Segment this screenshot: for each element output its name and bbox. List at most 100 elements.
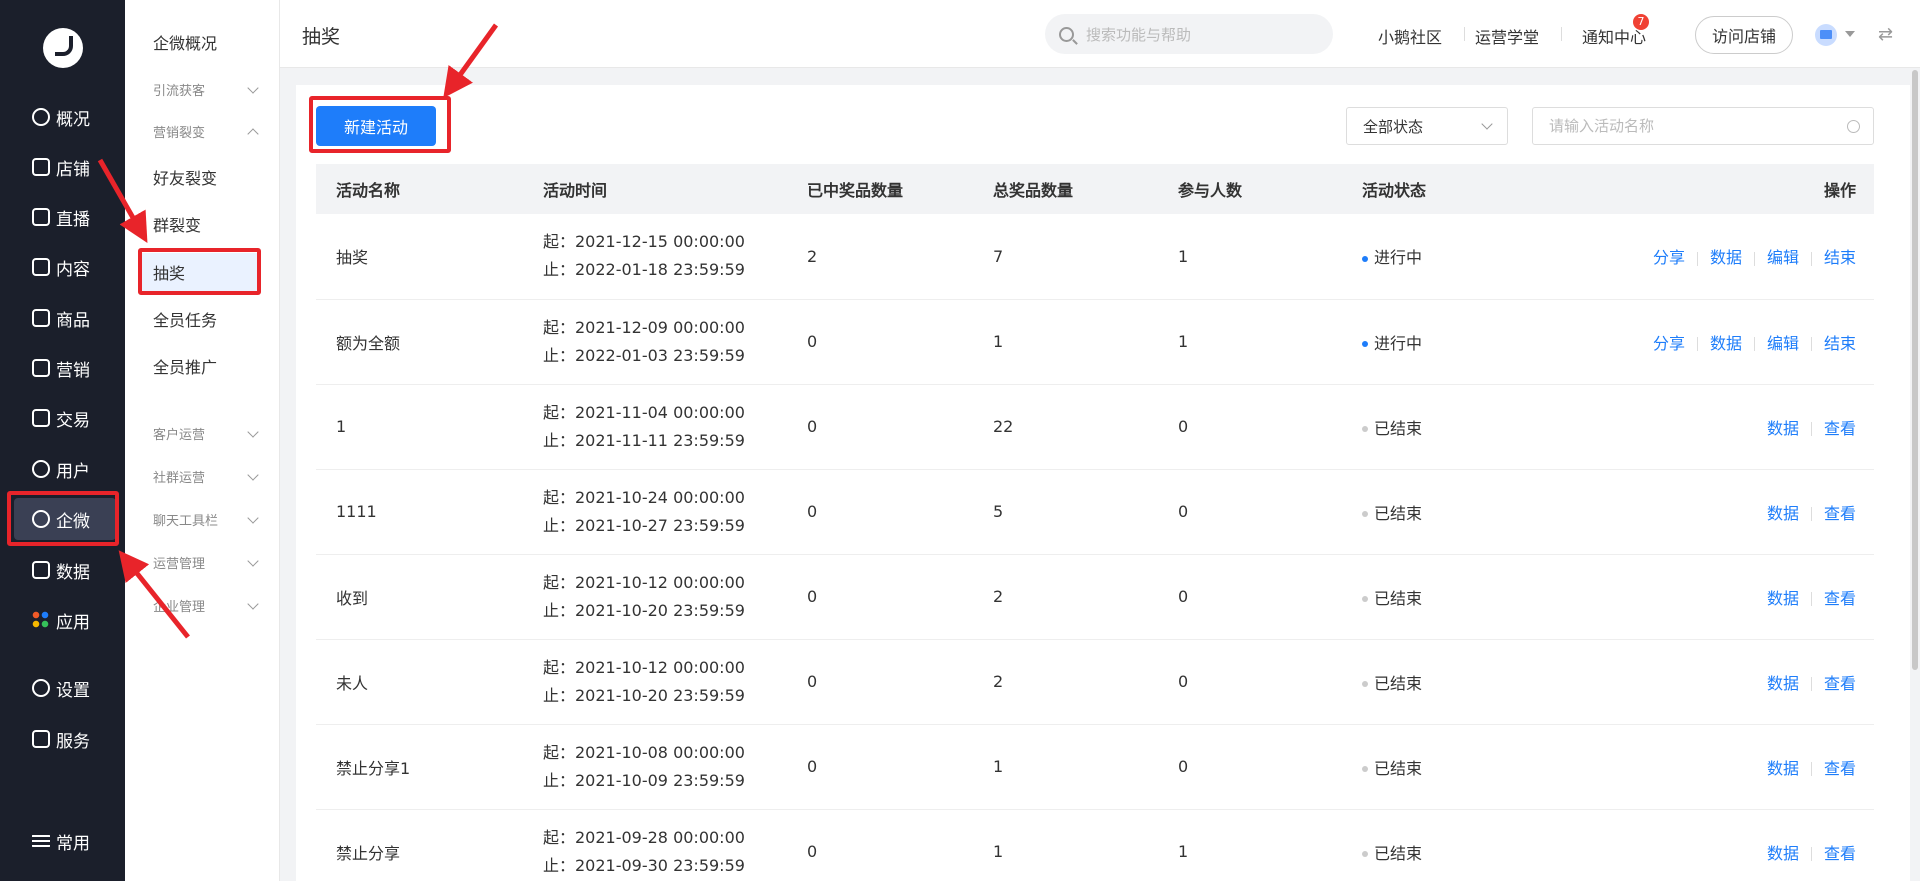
- sidebar-item-settings[interactable]: 设置: [14, 667, 116, 709]
- subnav-group-traffic[interactable]: 引流获客: [153, 80, 259, 99]
- end-time: 止：2022-01-18 23:59:59: [543, 260, 745, 280]
- row-action-link[interactable]: 数据: [1710, 248, 1742, 267]
- status-filter-select[interactable]: 全部状态: [1346, 107, 1508, 145]
- subnav-group-enterprise[interactable]: 企业管理: [153, 596, 259, 615]
- search-icon: [1059, 26, 1074, 42]
- sidebar-item-apps[interactable]: 应用: [14, 599, 116, 641]
- chart-pie-icon: [32, 108, 50, 126]
- activity-name-cell: 禁止分享: [316, 809, 523, 881]
- visit-store-button[interactable]: 访问店铺: [1695, 16, 1793, 54]
- sidebar-item-label: 内容: [56, 259, 90, 280]
- sidebar-item-wecom[interactable]: 企微: [14, 498, 116, 540]
- sidebar-item-content[interactable]: 内容: [14, 246, 116, 288]
- subnav-group-ops-mgmt[interactable]: 运营管理: [153, 553, 259, 572]
- store-icon: [32, 158, 50, 176]
- status-cell: 已结束: [1342, 384, 1592, 470]
- subnav-group-label: 聊天工具栏: [153, 514, 219, 529]
- participants-cell: 1: [1158, 299, 1342, 385]
- divider: [1810, 762, 1812, 776]
- brand-logo-icon[interactable]: [43, 28, 83, 68]
- search-icon[interactable]: [1847, 120, 1860, 133]
- new-activity-button[interactable]: 新建活动: [316, 106, 436, 146]
- academy-link[interactable]: 运营学堂: [1475, 24, 1539, 48]
- activity-name-search-input[interactable]: [1532, 107, 1874, 145]
- sidebar-item-marketing[interactable]: 营销: [14, 347, 116, 389]
- apps-icon: [32, 611, 50, 629]
- subnav-item-all-tasks[interactable]: 全员任务: [153, 307, 217, 331]
- row-action-link[interactable]: 查看: [1824, 419, 1856, 438]
- row-action-link[interactable]: 数据: [1767, 589, 1799, 608]
- row-action-link[interactable]: 查看: [1824, 589, 1856, 608]
- sidebar-item-label: 交易: [56, 410, 90, 431]
- sidebar-item-transactions[interactable]: 交易: [14, 397, 116, 439]
- divider: [1810, 677, 1812, 691]
- page-scrollbar-thumb[interactable]: [1912, 70, 1918, 670]
- status-badge: 进行中: [1374, 333, 1423, 353]
- row-action-link[interactable]: 数据: [1767, 674, 1799, 693]
- row-action-link[interactable]: 分享: [1653, 248, 1685, 267]
- won-count-cell: 0: [787, 299, 973, 385]
- row-action-link[interactable]: 数据: [1767, 504, 1799, 523]
- sidebar-item-label: 服务: [56, 731, 90, 752]
- divider: [1810, 422, 1812, 436]
- sidebar-item-label: 营销: [56, 360, 90, 381]
- subnav-overview[interactable]: 企微概况: [153, 30, 217, 54]
- document-icon: [32, 258, 50, 276]
- row-action-link[interactable]: 编辑: [1767, 334, 1799, 353]
- column-header-participants: 参与人数: [1158, 164, 1342, 214]
- divider: [1810, 507, 1812, 521]
- notification-count-badge: 7: [1633, 14, 1649, 30]
- avatar[interactable]: [1815, 24, 1837, 46]
- row-action-link[interactable]: 查看: [1824, 674, 1856, 693]
- subnav-group-label: 客户运营: [153, 428, 206, 443]
- subnav-item-lottery[interactable]: 抽奖: [140, 253, 258, 291]
- row-action-link[interactable]: 编辑: [1767, 248, 1799, 267]
- community-link[interactable]: 小鹅社区: [1378, 24, 1442, 48]
- subnav-item-all-promo[interactable]: 全员推广: [153, 354, 217, 378]
- subnav-group-chat-tools[interactable]: 聊天工具栏: [153, 510, 259, 529]
- chevron-up-icon: [247, 127, 259, 140]
- sidebar-item-favorites[interactable]: 常用: [14, 820, 116, 862]
- subnav-group-marketing[interactable]: 营销裂变: [153, 122, 259, 141]
- sidebar-item-service[interactable]: 服务: [14, 718, 116, 760]
- sidebar-item-live[interactable]: 直播: [14, 196, 116, 238]
- sidebar-item-users[interactable]: 用户: [14, 448, 116, 490]
- row-action-link[interactable]: 数据: [1767, 419, 1799, 438]
- sidebar-item-products[interactable]: 商品: [14, 297, 116, 339]
- subnav-group-customer[interactable]: 客户运营: [153, 424, 259, 443]
- secondary-sidebar: 企微概况 引流获客 营销裂变 好友裂变 群裂变 抽奖 全员任务 全员推广 客户运…: [125, 0, 280, 881]
- sidebar-item-overview[interactable]: 概况: [14, 96, 116, 138]
- global-search-input[interactable]: 搜索功能与帮助: [1045, 14, 1333, 54]
- switch-icon[interactable]: ⇄: [1878, 24, 1893, 45]
- sidebar-item-store[interactable]: 店铺: [14, 146, 116, 188]
- sidebar-item-label: 设置: [56, 680, 90, 701]
- column-header-name: 活动名称: [316, 164, 523, 214]
- divider: [1810, 847, 1812, 861]
- actions-cell: 分享 数据 编辑 结束: [1592, 299, 1874, 385]
- row-action-link[interactable]: 数据: [1710, 334, 1742, 353]
- won-count-cell: 0: [787, 809, 973, 881]
- row-action-link[interactable]: 查看: [1824, 844, 1856, 863]
- status-badge: 已结束: [1374, 588, 1423, 608]
- row-action-link[interactable]: 分享: [1653, 334, 1685, 353]
- transaction-icon: [32, 409, 50, 427]
- chevron-down-icon: [1481, 118, 1493, 130]
- table-row: 1 起：2021-11-04 00:00:00 止：2021-11-11 23:59…: [316, 384, 1874, 470]
- participants-cell: 0: [1158, 639, 1342, 725]
- sidebar-item-data[interactable]: 数据: [14, 549, 116, 591]
- activity-time-cell: 起：2021-12-09 00:00:00 止：2022-01-03 23:59:…: [523, 299, 787, 385]
- row-action-link[interactable]: 结束: [1824, 334, 1856, 353]
- subnav-item-group-fission[interactable]: 群裂变: [153, 212, 201, 236]
- row-action-link[interactable]: 查看: [1824, 504, 1856, 523]
- chevron-down-icon: [247, 468, 259, 481]
- activity-time-cell: 起：2021-09-28 00:00:00 止：2021-09-30 23:59:…: [523, 809, 787, 881]
- start-time: 起：2021-09-28 00:00:00: [543, 827, 745, 847]
- row-action-link[interactable]: 结束: [1824, 248, 1856, 267]
- subnav-group-community[interactable]: 社群运营: [153, 467, 259, 486]
- subnav-item-friend-fission[interactable]: 好友裂变: [153, 165, 217, 189]
- chevron-down-icon[interactable]: [1845, 31, 1855, 37]
- row-action-link[interactable]: 数据: [1767, 759, 1799, 778]
- total-count-cell: 7: [973, 214, 1158, 300]
- row-action-link[interactable]: 查看: [1824, 759, 1856, 778]
- row-action-link[interactable]: 数据: [1767, 844, 1799, 863]
